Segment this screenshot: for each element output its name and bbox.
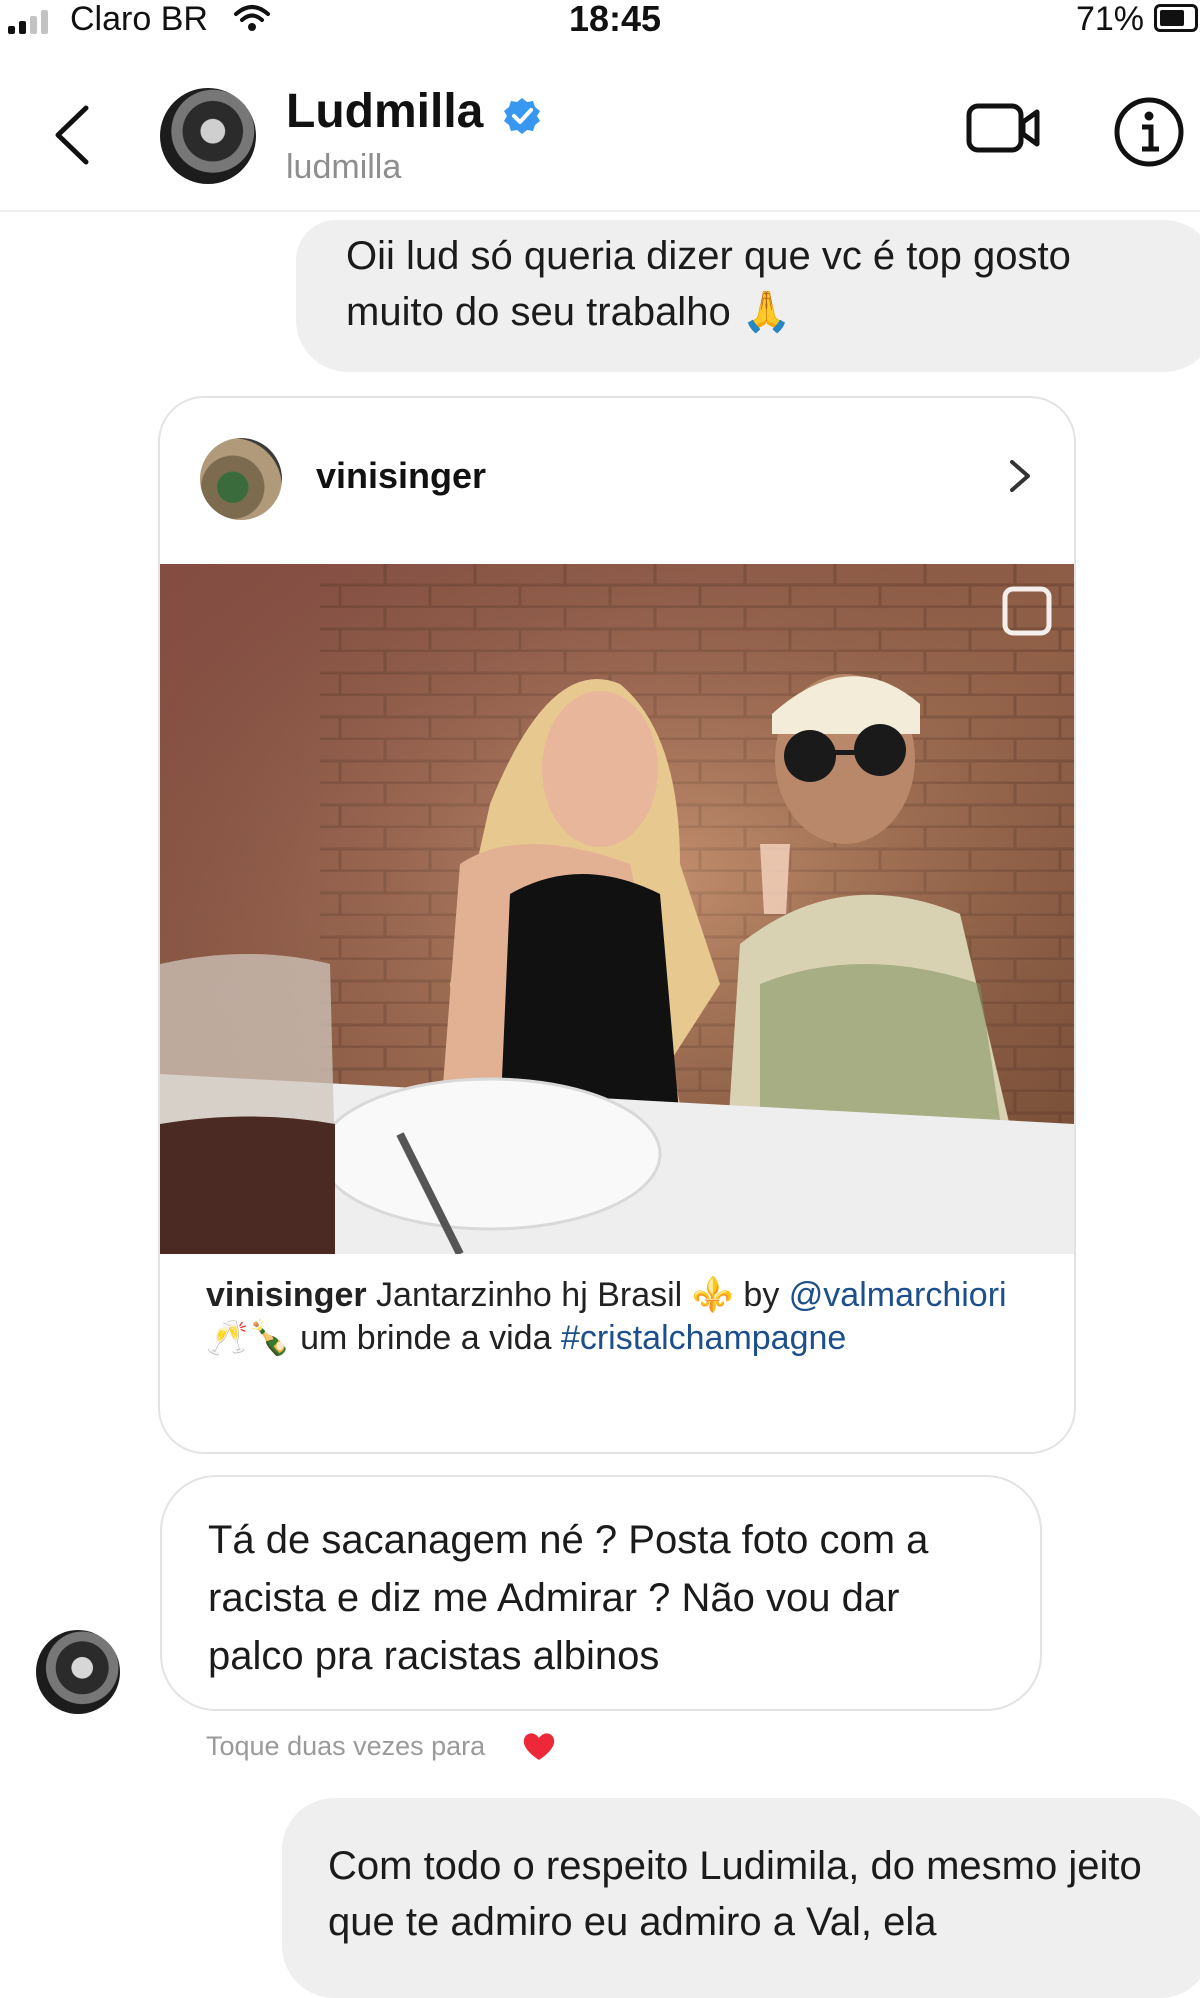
back-arrow-icon[interactable]	[48, 100, 96, 170]
post-author-avatar[interactable]	[200, 438, 282, 520]
caption-text-2: 🥂🍾 um brinde a vida	[206, 1319, 561, 1357]
info-icon[interactable]	[1113, 96, 1185, 168]
avatar[interactable]	[160, 88, 256, 184]
post-caption: vinisinger Jantarzinho hj Brasil ⚜️ by @…	[206, 1274, 1036, 1360]
contact-username: ludmilla	[286, 148, 402, 186]
clock: 18:45	[568, 0, 662, 39]
message-text: Com todo o respeito Ludimila, do mesmo j…	[328, 1844, 1142, 1944]
chat-header: Ludmilla ludmilla	[0, 60, 1200, 212]
message-text: Oii lud só queria dizer que vc é top gos…	[346, 234, 1071, 334]
battery-icon	[1154, 4, 1198, 32]
contact-name[interactable]: Ludmilla	[286, 84, 483, 140]
shared-post-card[interactable]: vinisinger vinisinger Jantarzinho hj Bra…	[158, 396, 1076, 1454]
caption-username[interactable]: vinisinger	[206, 1276, 367, 1314]
caption-hashtag[interactable]: #cristalchampagne	[561, 1319, 846, 1357]
video-call-icon[interactable]	[965, 98, 1043, 158]
sent-message-bubble-2[interactable]: Com todo o respeito Ludimila, do mesmo j…	[282, 1798, 1200, 1998]
double-tap-hint: Toque duas vezes para	[206, 1731, 486, 1761]
verified-badge-icon	[504, 98, 540, 134]
sender-avatar[interactable]	[36, 1630, 120, 1714]
battery-percent: 71%	[1075, 0, 1144, 38]
post-author-username[interactable]: vinisinger	[316, 454, 486, 498]
status-bar: Claro BR 18:45 71%	[0, 0, 1200, 44]
caption-mention[interactable]: @valmarchiori	[789, 1276, 1007, 1314]
caption-text: Jantarzinho hj Brasil ⚜️ by	[366, 1276, 789, 1314]
heart-icon[interactable]	[522, 1730, 556, 1762]
post-photo[interactable]	[160, 564, 1074, 1254]
received-message-bubble[interactable]: Tá de sacanagem né ? Posta foto com a ra…	[160, 1475, 1042, 1711]
sent-message-bubble[interactable]: Oii lud só queria dizer que vc é top gos…	[296, 220, 1200, 372]
chevron-right-icon[interactable]	[1006, 456, 1034, 496]
message-text: Tá de sacanagem né ? Posta foto com a ra…	[208, 1518, 929, 1678]
